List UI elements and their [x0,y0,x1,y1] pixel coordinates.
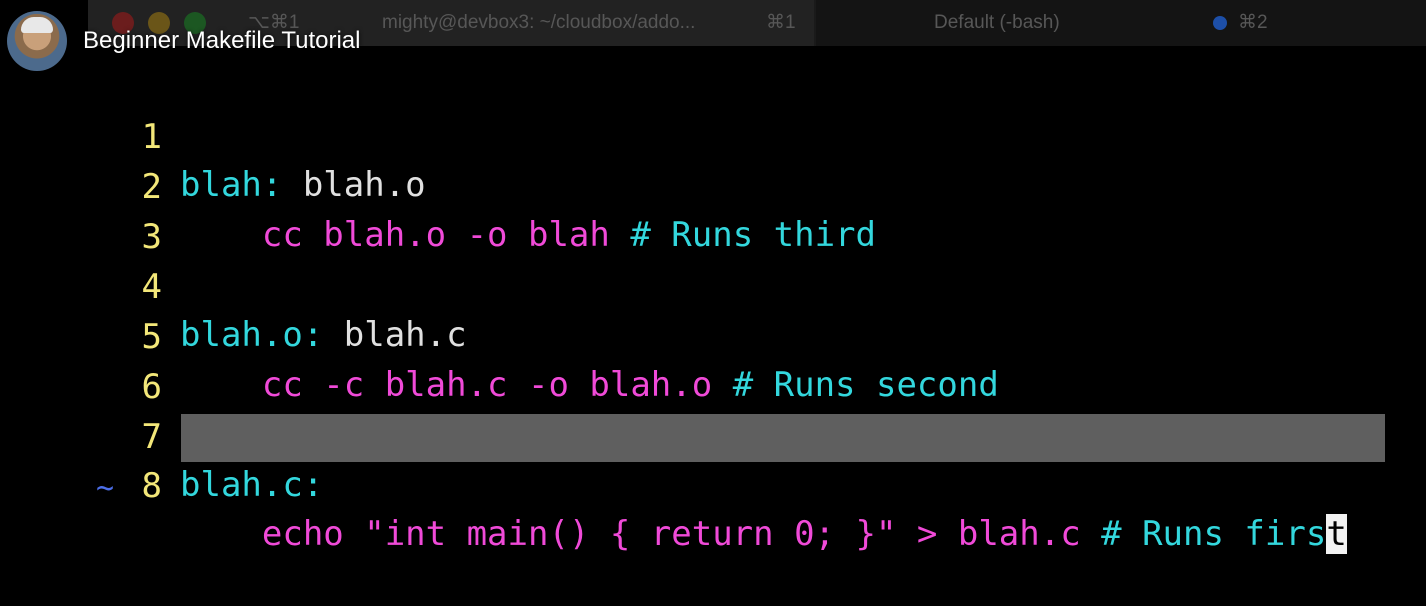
make-dependency: blah.o [282,165,426,205]
code-line-current: 8 echo "int main() { return 0; }" > blah… [88,414,1347,554]
code-line: 2 cc blah.o -o blah # Runs third [88,115,876,255]
shell-command: echo "int main() { return 0; }" > blah.c [180,514,1102,554]
code-line: 5 cc -c blah.c -o blah.o # Runs second [88,265,999,405]
tab-shortcut: ⌘1 [766,12,796,33]
code-comment: # Runs firs [1101,514,1327,554]
shell-command: cc blah.o -o blah [180,215,631,255]
make-target: blah.c: [180,465,324,505]
tab-title: Default (-bash) [934,12,1060,33]
code-line: 4 blah.o: blah.c [88,215,467,355]
vim-editor[interactable]: 1 blah: blah.o 2 cc blah.o -o blah # Run… [88,46,1426,554]
code-comment: # Runs third [630,215,876,255]
channel-avatar[interactable] [7,11,67,71]
code-line: 6 [88,315,170,407]
activity-dot-icon [1213,16,1227,30]
make-target: blah: [180,165,283,205]
line-number: 8 [141,466,162,506]
code-line: 3 [88,165,170,257]
tab-shortcut: ⌘2 [1238,12,1268,33]
empty-line-tilde: ~ [96,471,115,506]
code-line: 1 blah: blah.o [88,65,426,205]
shell-command: cc -c blah.c -o blah.o [180,365,733,405]
code-line: 7 blah.c: [88,365,324,505]
code-comment: # Runs second [732,365,999,405]
text-cursor[interactable]: t [1326,514,1347,554]
make-dependency: blah.c [323,315,467,355]
tab-title: mighty@devbox3: ~/cloudbox/addo... [382,12,696,33]
make-target: blah.o: [180,315,324,355]
current-line-highlight [181,414,1385,462]
tab-default-bash[interactable]: Default (-bash) ⌘2 [816,0,1426,46]
